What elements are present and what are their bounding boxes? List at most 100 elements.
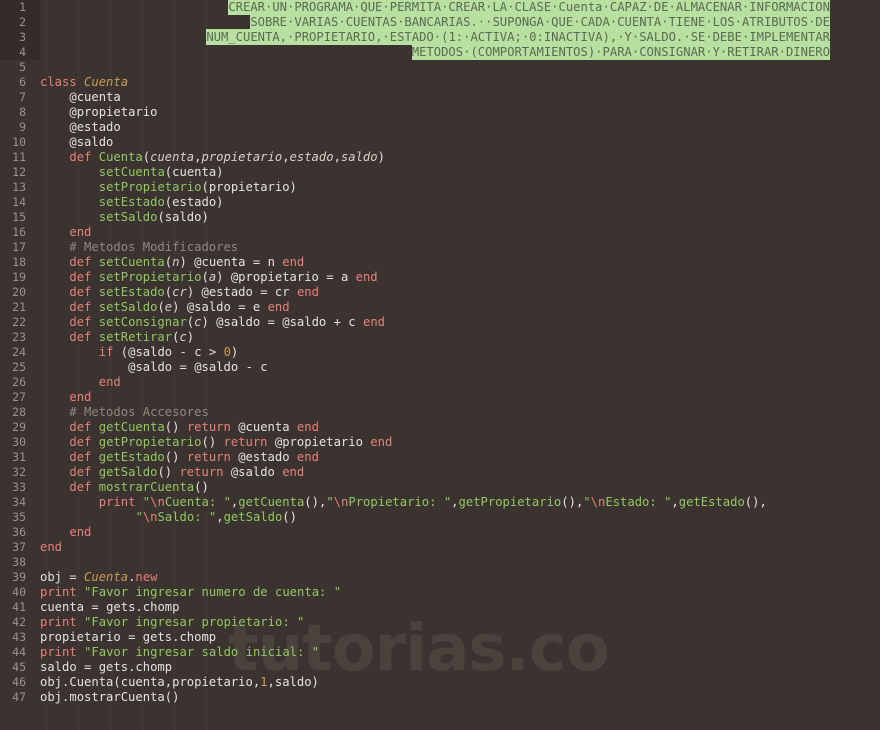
code-line[interactable]: 30 def getPropietario() return @propieta… (0, 435, 880, 450)
code-line[interactable]: 34 print "\nCuenta: ",getCuenta(),"\nPro… (0, 495, 880, 510)
code-line[interactable]: 26 end (0, 375, 880, 390)
code-line[interactable]: 5 (0, 60, 880, 75)
code-line[interactable]: 19 def setPropietario(a) @propietario = … (0, 270, 880, 285)
code-text: print "Favor ingresar numero de cuenta: … (40, 585, 342, 599)
code-line[interactable]: 13 setPropietario(propietario) (0, 180, 880, 195)
prompt-line[interactable]: 2 SOBRE·VARIAS·CUENTAS·BANCARIAS.··SUPONG… (0, 14, 880, 30)
prompt-line[interactable]: 4 METODOS·(COMPORTAMIENTOS)·PARA·CONSIGNA… (0, 44, 880, 60)
code-line[interactable]: 35 "\nSaldo: ",getSaldo() (0, 510, 880, 525)
line-number: 32 (12, 465, 26, 479)
code-line[interactable]: 14 setEstado(estado) (0, 195, 880, 210)
line-number: 19 (12, 270, 26, 284)
line-number: 25 (12, 360, 26, 374)
line-number: 31 (12, 450, 26, 464)
code-lines-container[interactable]: 1 CREAR·UN·PROGRAMA·QUE·PERMITA·CREAR·LA·… (0, 0, 880, 705)
code-line[interactable]: 44 print "Favor ingresar saldo inicial: " (0, 645, 880, 660)
code-line[interactable]: 24 if (@saldo - c > 0) (0, 345, 880, 360)
code-line[interactable]: 27 end (0, 390, 880, 405)
code-text: class Cuenta (40, 75, 129, 89)
code-text: def getPropietario() return @propietario… (69, 435, 393, 449)
code-line[interactable]: 7 @cuenta (0, 90, 880, 105)
code-line[interactable]: 18 def setCuenta(n) @cuenta = n end (0, 255, 880, 270)
code-line[interactable]: 25 @saldo = @saldo - c (0, 360, 880, 375)
prompt-line[interactable]: 3 NUM_CUENTA,·PROPIETARIO,·ESTADO·(1:·ACT… (0, 29, 880, 45)
code-text: def setPropietario(a) @propietario = a e… (69, 270, 378, 284)
code-line[interactable]: 9 @estado (0, 120, 880, 135)
line-number: 11 (12, 150, 26, 164)
line-number: 40 (12, 585, 26, 599)
code-text: def Cuenta(cuenta,propietario,estado,sal… (69, 150, 385, 164)
code-line[interactable]: 16 end (0, 225, 880, 240)
code-line[interactable]: 8 @propietario (0, 105, 880, 120)
code-text: print "Favor ingresar propietario: " (40, 615, 305, 629)
code-line[interactable]: 46 obj.Cuenta(cuenta,propietario,1,saldo) (0, 675, 880, 690)
line-number: 17 (12, 240, 26, 254)
code-line[interactable]: 43 propietario = gets.chomp (0, 630, 880, 645)
code-text: if (@saldo - c > 0) (98, 345, 239, 359)
code-text: def getEstado() return @estado end (69, 450, 319, 464)
line-number: 41 (12, 600, 26, 614)
code-line[interactable]: 15 setSaldo(saldo) (0, 210, 880, 225)
code-text: setPropietario(propietario) (98, 180, 297, 194)
line-number: 29 (12, 420, 26, 434)
code-text: end (69, 225, 92, 239)
code-text: setSaldo(saldo) (98, 210, 209, 224)
code-line[interactable]: 21 def setSaldo(e) @saldo = e end (0, 300, 880, 315)
code-text: end (98, 375, 121, 389)
code-line[interactable]: 23 def setRetirar(c) (0, 330, 880, 345)
code-line[interactable]: 31 def getEstado() return @estado end (0, 450, 880, 465)
code-text: propietario = gets.chomp (40, 630, 217, 644)
code-text: "\nSaldo: ",getSaldo() (135, 510, 297, 524)
line-number: 47 (12, 690, 26, 704)
code-line[interactable]: 45 saldo = gets.chomp (0, 660, 880, 675)
code-line[interactable]: 11 def Cuenta(cuenta,propietario,estado,… (0, 150, 880, 165)
line-number: 8 (19, 105, 26, 119)
code-text: @cuenta (69, 90, 121, 104)
code-text: print "Favor ingresar saldo inicial: " (40, 645, 320, 659)
line-number: 7 (19, 90, 26, 104)
line-number: 34 (12, 495, 26, 509)
code-text: def setSaldo(e) @saldo = e end (69, 300, 290, 314)
code-line[interactable]: 28 # Metodos Accesores (0, 405, 880, 420)
code-text: # Metodos Modificadores (69, 240, 239, 254)
code-line[interactable]: 17 # Metodos Modificadores (0, 240, 880, 255)
code-editor[interactable]: tutorias.co 1 CREAR·UN·PROGRAMA·QUE·PERMI… (0, 0, 880, 730)
code-text: def mostrarCuenta() (69, 480, 209, 494)
line-number: 43 (12, 630, 26, 644)
line-number: 21 (12, 300, 26, 314)
code-line[interactable]: 47 obj.mostrarCuenta() (0, 690, 880, 705)
code-line[interactable]: 33 def mostrarCuenta() (0, 480, 880, 495)
code-line[interactable]: 40 print "Favor ingresar numero de cuenta… (0, 585, 880, 600)
code-line[interactable]: 39 obj = Cuenta.new (0, 570, 880, 585)
code-line[interactable]: 41 cuenta = gets.chomp (0, 600, 880, 615)
line-number: 14 (12, 195, 26, 209)
code-line[interactable]: 32 def getSaldo() return @saldo end (0, 465, 880, 480)
prompt-text: SOBRE·VARIAS·CUENTAS·BANCARIAS.··SUPONGA… (26, 14, 830, 30)
prompt-line[interactable]: 1 CREAR·UN·PROGRAMA·QUE·PERMITA·CREAR·LA·… (0, 0, 880, 15)
code-line[interactable]: 36 end (0, 525, 880, 540)
prompt-text: NUM_CUENTA,·PROPIETARIO,·ESTADO·(1:·ACTI… (26, 29, 830, 45)
selection-highlight: NUM_CUENTA,·PROPIETARIO,·ESTADO·(1:·ACTI… (206, 29, 830, 45)
code-line[interactable]: 20 def setEstado(cr) @estado = cr end (0, 285, 880, 300)
line-number: 4 (19, 45, 26, 59)
line-number: 24 (12, 345, 26, 359)
code-line[interactable]: 42 print "Favor ingresar propietario: " (0, 615, 880, 630)
line-number: 38 (12, 555, 26, 569)
code-line[interactable]: 38 (0, 555, 880, 570)
code-text: @propietario (69, 105, 158, 119)
code-line[interactable]: 29 def getCuenta() return @cuenta end (0, 420, 880, 435)
code-line[interactable]: 12 setCuenta(cuenta) (0, 165, 880, 180)
code-line[interactable]: 22 def setConsignar(c) @saldo = @saldo +… (0, 315, 880, 330)
prompt-text: METODOS·(COMPORTAMIENTOS)·PARA·CONSIGNAR… (26, 44, 830, 60)
line-number: 44 (12, 645, 26, 659)
selection-highlight: CREAR·UN·PROGRAMA·QUE·PERMITA·CREAR·LA·C… (228, 0, 830, 15)
line-number: 30 (12, 435, 26, 449)
code-text: setEstado(estado) (98, 195, 224, 209)
code-line[interactable]: 6 class Cuenta (0, 75, 880, 90)
code-line[interactable]: 10 @saldo (0, 135, 880, 150)
code-line[interactable]: 37 end (0, 540, 880, 555)
line-number: 9 (19, 120, 26, 134)
line-number: 33 (12, 480, 26, 494)
line-number: 28 (12, 405, 26, 419)
line-number: 16 (12, 225, 26, 239)
